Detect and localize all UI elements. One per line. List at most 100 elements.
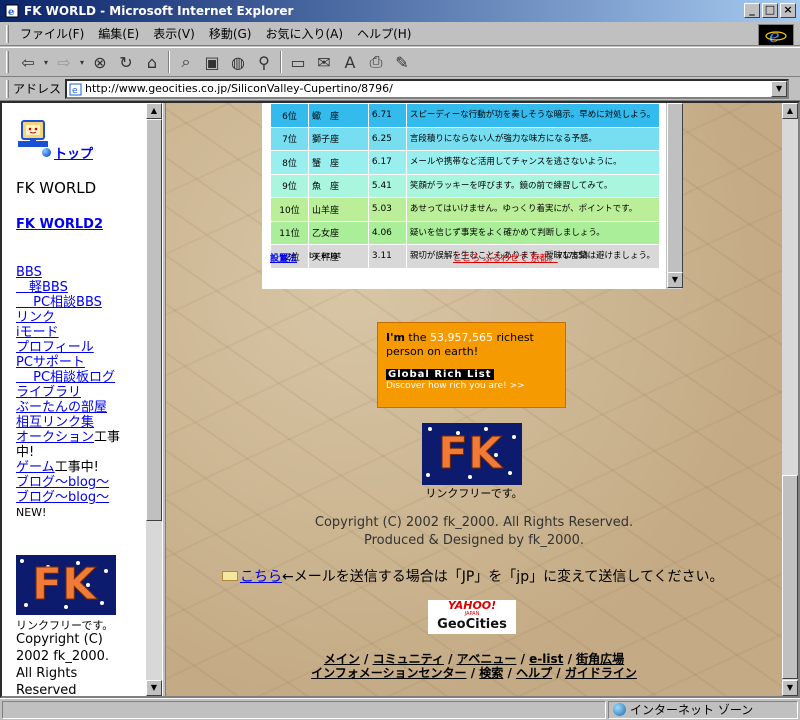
menu-view[interactable]: 表示(V) (146, 25, 202, 42)
left-scroll-up-icon[interactable]: ▲ (146, 103, 162, 119)
status-text (2, 700, 606, 719)
back-arrow-icon[interactable]: ⇦ (15, 50, 41, 74)
menu-bar: ファイル(F) 編集(E) 表示(V) 移動(G) お気に入り(A) ヘルプ(H… (0, 22, 800, 46)
menu-edit[interactable]: 編集(E) (91, 25, 146, 42)
nav-blog-1[interactable]: ブログ～blog～ (16, 475, 120, 490)
rich-line2: person on earth! (386, 345, 479, 358)
ranking-text: 疑いを信じず事実をよく確かめて判断しましょう。 (405, 220, 661, 245)
top-link-label[interactable]: トップ (54, 143, 93, 162)
minimize-button[interactable]: _ (744, 3, 760, 18)
ranking-score: 6.17 (367, 150, 407, 175)
maximize-button[interactable]: □ (762, 3, 778, 18)
footer-link-info[interactable]: インフォメーションセンター (311, 666, 466, 680)
copyright-line: Copyright (C) 2002 fk_2000. All Rights R… (314, 515, 634, 530)
ranking-text: スピーディーな行動が功を奏しそうな暗示。早めに対処しよう。 (405, 103, 661, 128)
ranking-text: あせってはいけません。ゆっくり着実にが、ポイントです。 (405, 197, 661, 222)
nav-auction[interactable]: オークション (16, 430, 94, 445)
nav-mutual-links[interactable]: 相互リンク集 (16, 415, 120, 430)
new-badge: NEW! (16, 506, 47, 519)
refresh-icon[interactable]: ↻ (113, 50, 139, 74)
left-scroll-thumb[interactable] (146, 119, 162, 521)
horoscope-table: 6位蠍 座 6.71 スピーディーな行動が功を奏しそうな暗示。早めに対処しよう。 7位… (270, 103, 661, 269)
favorites-icon[interactable]: ▣ (199, 50, 225, 74)
address-input[interactable]: e http://www.geocities.co.jp/SiliconVall… (65, 78, 790, 99)
footer-links-2: インフォメーションセンター / 検索 / ヘルプ / ガイドライン (311, 666, 637, 680)
nav-game[interactable]: ゲーム (16, 460, 55, 475)
rich-number: 53,957,565 (429, 331, 493, 344)
footer-link-guideline[interactable]: ガイドライン (565, 666, 637, 680)
nav-library[interactable]: ライブラリ (16, 385, 120, 400)
nav-profile[interactable]: プロフィール (16, 340, 120, 355)
nav-imode[interactable]: iモード (16, 325, 120, 340)
ranking-scroll-down-icon[interactable]: ▼ (667, 272, 683, 288)
right-scroll-thumb[interactable] (782, 475, 798, 679)
ranking-rank: 11位 (270, 220, 309, 245)
yahoo-geocities-logo[interactable]: YAHOO! JAPAN GeoCities (428, 600, 516, 634)
global-rich-list-badge[interactable]: I'm the 53,957,565 richest person on ear… (377, 322, 566, 408)
right-scroll-up-icon[interactable]: ▲ (782, 103, 798, 119)
site-title: FK WORLD (16, 179, 97, 197)
by-eclat: by eclat (309, 251, 341, 260)
nav-pc-log[interactable]: PC相談板ログ (16, 370, 120, 385)
menu-favorites[interactable]: お気に入り(A) (258, 25, 350, 42)
globe-icon (613, 703, 626, 716)
title-bar: e FK WORLD - Microsoft Internet Explorer… (0, 0, 800, 22)
rich-im: I'm (386, 331, 405, 344)
svg-text:e: e (8, 7, 14, 18)
menu-go[interactable]: 移動(G) (202, 25, 259, 42)
auction-status: 工事 (94, 430, 121, 445)
right-scroll-down-icon[interactable]: ▼ (782, 680, 798, 696)
nav-light-bbs[interactable]: 軽BBS (16, 280, 120, 295)
kokoro-kyoto-link[interactable]: こころ ふるわせて 京都。 (453, 251, 558, 264)
nav-pc-bbs[interactable]: PC相談BBS (16, 295, 120, 310)
menu-help[interactable]: ヘルプ(H) (350, 25, 418, 42)
ranking-sign: 魚 座 (307, 173, 369, 198)
ranking-scrollbar[interactable]: ▼ (666, 103, 683, 289)
window-title: FK WORLD - Microsoft Internet Explorer (24, 4, 294, 18)
ranking-sign: 山羊座 (307, 197, 369, 222)
top-link[interactable]: トップ (42, 143, 93, 162)
toolbar: ⇦ ▾ ⇨ ▾ ⊗ ↻ ⌂ ⌕ ▣ ◍ ⚲ ▭ ✉ A ⎙ ✎ (0, 47, 800, 77)
nav-blog-2[interactable]: ブログ～blog～ (16, 490, 120, 505)
ranking-sign: 蟹 座 (307, 150, 369, 175)
fk-world2-link[interactable]: FK WORLD2 (16, 217, 103, 232)
font-icon[interactable]: A (337, 50, 363, 74)
mail-icon[interactable]: ✉ (311, 50, 337, 74)
edit-icon[interactable]: ✎ (389, 50, 415, 74)
fk-logo-right[interactable]: FK (422, 423, 522, 485)
install-link[interactable]: 設置法 (270, 251, 297, 264)
address-dropdown-button[interactable]: ▼ (771, 80, 788, 97)
ranking-text: 笑顔がラッキーを呼びます。鏡の前で練習してみて。 (405, 173, 661, 198)
nav-pc-support[interactable]: PCサポート (16, 355, 120, 370)
nav-links[interactable]: リンク (16, 310, 120, 325)
mail-link[interactable]: こちら (240, 566, 282, 586)
auction-status-2: 中! (16, 445, 35, 460)
close-button[interactable]: × (780, 3, 796, 18)
right-scrollbar[interactable]: ▲ ▼ (782, 103, 798, 696)
footer-link-help[interactable]: ヘルプ (516, 666, 552, 680)
nav-bbs[interactable]: BBS (16, 265, 120, 280)
history-icon[interactable]: ◍ (225, 50, 251, 74)
channels-icon[interactable]: ⚲ (251, 50, 277, 74)
footer-link-search[interactable]: 検索 (479, 666, 503, 680)
rich-cta[interactable]: Discover how rich you are! >> (386, 381, 557, 391)
fullscreen-icon[interactable]: ▭ (285, 50, 311, 74)
ranking-rank: 9位 (270, 173, 309, 198)
print-icon[interactable]: ⎙ (363, 50, 389, 74)
menu-file[interactable]: ファイル(F) (13, 25, 91, 42)
fk-logo-left[interactable]: FK (16, 555, 116, 615)
right-frame: 6位蠍 座 6.71 スピーディーな行動が功を奏しそうな暗示。早めに対処しよう。 7位… (166, 103, 782, 696)
left-scrollbar[interactable]: ▲ ▼ (146, 103, 162, 696)
nav-butan-room[interactable]: ぶーたんの部屋 (16, 400, 120, 415)
forward-arrow-icon[interactable]: ⇨ (51, 50, 77, 74)
search-icon[interactable]: ⌕ (173, 50, 199, 74)
address-bar: アドレス e http://www.geocities.co.jp/Silico… (0, 77, 800, 101)
ranking-row: 6位蠍 座 6.71 スピーディーな行動が功を奏しそうな暗示。早めに対処しよう。 (270, 103, 661, 128)
stop-icon[interactable]: ⊗ (87, 50, 113, 74)
ranking-score: 4.06 (367, 220, 407, 245)
left-scroll-down-icon[interactable]: ▼ (146, 680, 162, 696)
ranking-rank: 7位 (270, 126, 309, 151)
ranking-row: 8位蟹 座 6.17 メールや携帯など活用してチャンスを逃さないように。 (270, 150, 661, 175)
ranking-sign: 乙女座 (307, 220, 369, 245)
home-icon[interactable]: ⌂ (139, 50, 165, 74)
